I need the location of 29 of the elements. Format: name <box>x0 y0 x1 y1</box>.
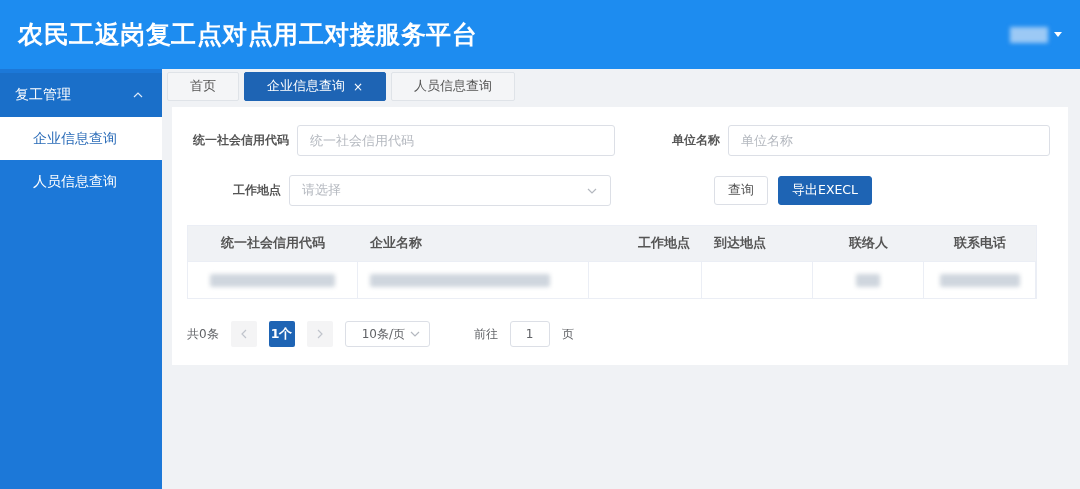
sidebar-item[interactable]: 企业信息查询 <box>0 117 162 160</box>
column-header: 联络人 <box>848 234 889 252</box>
field-label: 统一社会信用代码 <box>192 132 290 149</box>
page-size-select[interactable]: 10条/页 <box>344 321 430 347</box>
column-header: 企业名称 <box>369 234 423 252</box>
tab[interactable]: 企业信息查询 × <box>244 72 387 101</box>
column-header: 到达地点 <box>713 234 767 252</box>
blurred-text <box>856 273 880 287</box>
field-label: 单位名称 <box>671 132 721 149</box>
search-button[interactable]: 查询 <box>714 176 768 205</box>
app-title: 农民工返岗复工点对点用工对接服务平台 <box>18 19 477 51</box>
page-suffix: 页 <box>561 325 574 343</box>
column-header: 联系电话 <box>953 234 1007 252</box>
sidebar-group[interactable]: 复工管理 <box>0 73 162 117</box>
column-header: 工作地点 <box>637 234 691 252</box>
close-icon[interactable]: × <box>353 79 364 94</box>
caret-icon <box>1054 32 1062 37</box>
goto-label: 前往 <box>473 325 498 343</box>
tab[interactable]: 首页 <box>167 72 239 101</box>
sidebar-item[interactable]: 人员信息查询 <box>0 160 162 203</box>
column-header: 统一社会信用代码 <box>220 234 326 252</box>
field-label: 工作地点 <box>232 182 282 199</box>
blurred-username[interactable] <box>1010 26 1048 43</box>
total-count: 共0条 <box>187 325 219 343</box>
export-button[interactable]: 导出EXECL <box>778 176 873 205</box>
tab[interactable]: 人员信息查询 <box>391 72 516 101</box>
page-number[interactable]: 1个 <box>268 321 295 347</box>
page-input[interactable]: 1 <box>509 321 550 347</box>
input-field[interactable]: 单位名称 <box>728 125 1050 156</box>
